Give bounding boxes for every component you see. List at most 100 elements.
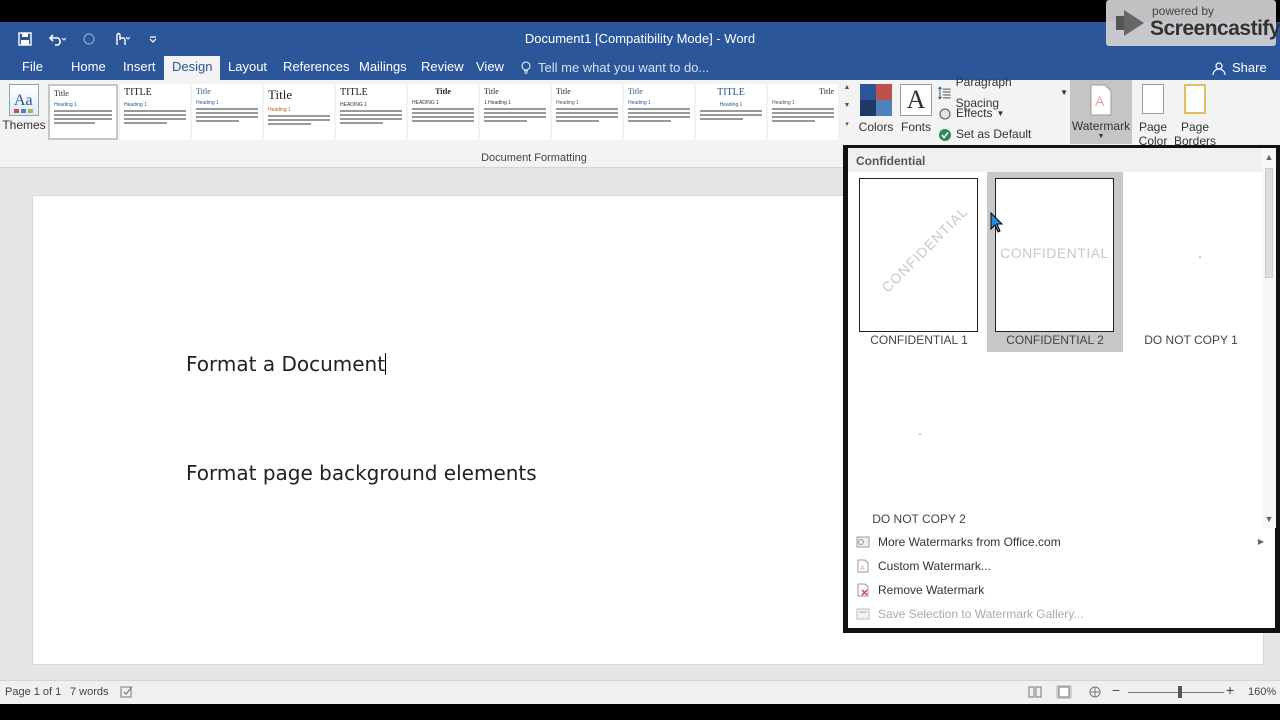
chevron-down-icon: ▼ bbox=[1060, 88, 1068, 97]
tab-file[interactable]: File bbox=[14, 56, 51, 80]
gallery-down-icon[interactable]: ▼ bbox=[842, 102, 852, 120]
scroll-thumb[interactable] bbox=[1265, 168, 1273, 278]
scroll-up-icon[interactable]: ▲ bbox=[1262, 150, 1276, 164]
style-thumb-title: Title bbox=[556, 87, 571, 96]
gallery-up-icon[interactable]: ▲ bbox=[842, 84, 852, 102]
colors-icon bbox=[860, 84, 892, 116]
zoom-in-icon[interactable]: + bbox=[1226, 682, 1234, 698]
fonts-button[interactable]: A Fonts bbox=[898, 82, 934, 134]
document-text: Format a Document bbox=[186, 352, 386, 376]
watermark-option-label: CONFIDENTIAL 1 bbox=[870, 333, 968, 347]
watermark-preview bbox=[1131, 178, 1250, 332]
style-thumb-heading: Heading 1 bbox=[628, 100, 651, 106]
tab-design[interactable]: Design bbox=[164, 56, 221, 80]
screencastify-watermark: powered by Screencastify bbox=[1106, 0, 1280, 46]
zoom-out-icon[interactable]: − bbox=[1112, 682, 1120, 698]
page-count[interactable]: Page 1 of 1 bbox=[5, 686, 61, 698]
style-thumb-heading: Heading 1 bbox=[556, 100, 579, 106]
watermark-preview: CONFIDENTIAL bbox=[995, 178, 1114, 332]
save-selection-label: Save Selection to Watermark Gallery... bbox=[878, 607, 1084, 621]
style-set-thumb[interactable]: TITLE Heading 1 bbox=[696, 84, 766, 140]
document-line[interactable]: Format a Document bbox=[186, 352, 387, 376]
style-thumb-heading: HEADING 1 bbox=[340, 102, 367, 108]
style-set-thumb[interactable]: Title Heading 1 bbox=[552, 84, 622, 140]
style-set-thumb[interactable]: TITLE HEADING 1 bbox=[336, 84, 406, 140]
gallery-scroll: ▲ ▼ ▾ bbox=[842, 84, 852, 142]
page-color-button[interactable]: Page Color bbox=[1134, 82, 1172, 148]
style-set-thumb[interactable]: Title Heading 1 bbox=[192, 84, 262, 140]
more-watermarks-item[interactable]: More Watermarks from Office.com ▶ bbox=[848, 530, 1276, 554]
share-button[interactable]: Share bbox=[1212, 56, 1267, 80]
print-layout-icon[interactable] bbox=[1056, 685, 1072, 699]
style-set-thumb[interactable]: Title 1 Heading 1 bbox=[480, 84, 550, 140]
watermark-option-do-not-copy-1[interactable]: DO NOT COPY 1 bbox=[1123, 172, 1259, 352]
save-selection-to-gallery-item: Save Selection to Watermark Gallery... bbox=[848, 602, 1276, 626]
tab-insert[interactable]: Insert bbox=[115, 56, 164, 80]
style-thumb-body bbox=[124, 110, 186, 124]
watermark-preview-text: CONFIDENTIAL bbox=[878, 203, 971, 296]
scroll-down-icon[interactable]: ▼ bbox=[1262, 512, 1276, 526]
style-set-thumb[interactable]: Title HEADING 1 bbox=[408, 84, 478, 140]
style-set-thumb[interactable]: Title Heading 1 bbox=[48, 84, 118, 140]
style-thumb-heading: Heading 1 bbox=[54, 102, 77, 108]
style-set-thumb[interactable]: Title Heading 1 bbox=[264, 84, 334, 140]
style-thumb-heading: Heading 1 bbox=[772, 100, 795, 106]
paragraph-spacing-button[interactable]: Paragraph Spacing ▼ bbox=[938, 75, 1068, 110]
watermark-option-confidential-1[interactable]: CONFIDENTIAL CONFIDENTIAL 1 bbox=[851, 172, 987, 352]
tab-layout[interactable]: Layout bbox=[220, 56, 275, 80]
watermark-preview-text: CONFIDENTIAL bbox=[1000, 245, 1109, 261]
tab-view[interactable]: View bbox=[468, 56, 512, 80]
fonts-label: Fonts bbox=[900, 120, 931, 134]
gallery-scrollbar[interactable]: ▲ ▼ bbox=[1262, 148, 1276, 528]
colors-button[interactable]: Colors bbox=[856, 82, 896, 134]
document-line[interactable]: Format page background elements bbox=[186, 461, 537, 485]
watermark-preview-dot bbox=[919, 433, 921, 435]
top-black-bar bbox=[0, 0, 1280, 22]
watermark-icon: A bbox=[1090, 84, 1112, 116]
style-set-thumb[interactable]: Title Heading 1 bbox=[624, 84, 694, 140]
status-bar: Page 1 of 1 7 words − + 160% bbox=[0, 680, 1280, 704]
zoom-level[interactable]: 160% bbox=[1248, 686, 1276, 698]
web-layout-icon[interactable] bbox=[1088, 686, 1102, 698]
custom-watermark-label: Custom Watermark... bbox=[878, 559, 991, 573]
watermark-preview-dot bbox=[1199, 256, 1201, 258]
gallery-more-icon[interactable]: ▾ bbox=[842, 120, 852, 138]
style-thumb-body bbox=[556, 108, 618, 122]
custom-watermark-item[interactable]: A Custom Watermark... bbox=[848, 554, 1276, 578]
watermark-option-do-not-copy-2[interactable]: DO NOT COPY 2 bbox=[851, 351, 987, 531]
effects-icon bbox=[939, 108, 951, 119]
word-count[interactable]: 7 words bbox=[70, 686, 109, 698]
remove-watermark-icon bbox=[857, 583, 869, 597]
page-color-label: Page Color bbox=[1138, 120, 1168, 148]
page-borders-button[interactable]: Page Borders bbox=[1174, 82, 1216, 148]
style-thumb-title: Title bbox=[484, 87, 499, 96]
style-thumb-heading: Heading 1 bbox=[124, 102, 147, 108]
tab-home[interactable]: Home bbox=[63, 56, 114, 80]
remove-watermark-label: Remove Watermark bbox=[878, 583, 985, 597]
style-set-thumb[interactable]: Title Heading 1 bbox=[768, 84, 838, 140]
remove-watermark-item[interactable]: Remove Watermark bbox=[848, 578, 1276, 602]
page-borders-icon bbox=[1184, 84, 1206, 114]
tell-me-box[interactable]: Tell me what you want to do... bbox=[520, 56, 709, 80]
tab-references[interactable]: References bbox=[275, 56, 357, 80]
tab-review[interactable]: Review bbox=[413, 56, 472, 80]
proofing-icon[interactable] bbox=[120, 686, 134, 698]
watermark-option-label: CONFIDENTIAL 2 bbox=[1006, 333, 1104, 347]
zoom-slider[interactable] bbox=[1128, 692, 1224, 693]
style-thumb-body bbox=[412, 108, 474, 122]
watermark-button[interactable]: A Watermark ▼ bbox=[1070, 80, 1132, 144]
tab-mailings[interactable]: Mailings bbox=[351, 56, 415, 80]
text-caret bbox=[385, 353, 387, 375]
watermark-option-label: DO NOT COPY 1 bbox=[1144, 333, 1238, 347]
style-set-thumb[interactable]: TITLE Heading 1 bbox=[120, 84, 190, 140]
custom-watermark-icon: A bbox=[857, 559, 869, 573]
zoom-slider-thumb[interactable] bbox=[1178, 686, 1182, 698]
powered-by-text: powered by bbox=[1152, 4, 1215, 18]
read-mode-icon[interactable] bbox=[1028, 686, 1042, 698]
watermark-option-confidential-2[interactable]: CONFIDENTIAL CONFIDENTIAL 2 bbox=[987, 172, 1123, 352]
tell-me-placeholder: Tell me what you want to do... bbox=[538, 60, 710, 75]
set-as-default-button[interactable]: Set as Default bbox=[938, 124, 1068, 145]
themes-button[interactable]: Aa Themes bbox=[2, 82, 46, 146]
watermark-option-label: DO NOT COPY 2 bbox=[872, 512, 966, 526]
screencastify-logo-icon bbox=[1116, 10, 1144, 36]
